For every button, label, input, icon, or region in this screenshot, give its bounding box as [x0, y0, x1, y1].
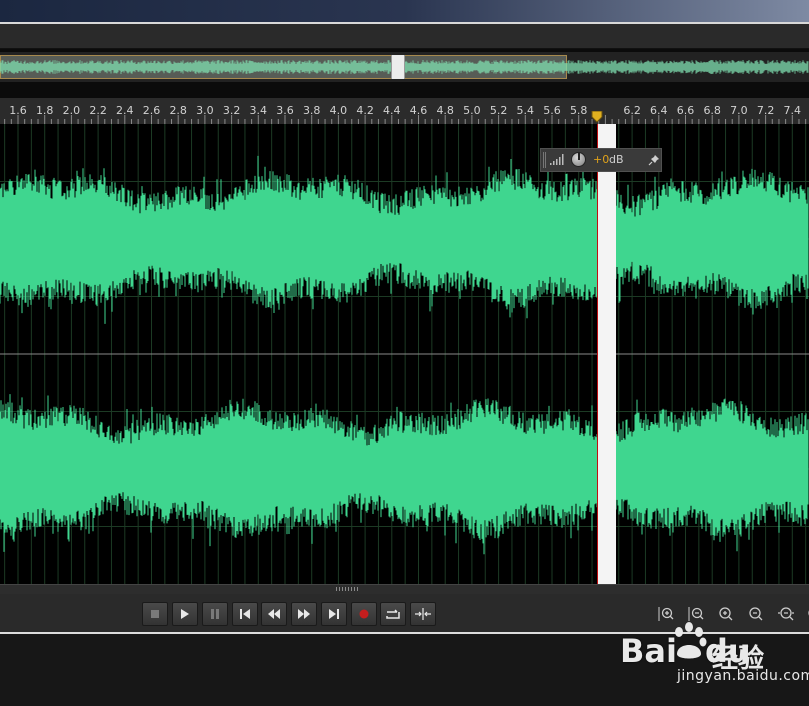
- volume-unit: dB: [609, 153, 624, 166]
- ruler-label: 3.6: [276, 104, 294, 117]
- record-icon: [359, 609, 369, 619]
- ruler-label: 5.8: [569, 104, 588, 117]
- zoom-out-time-button[interactable]: [744, 603, 768, 625]
- divider-grip-icon[interactable]: [336, 587, 360, 591]
- ruler-label: 7.2: [756, 104, 775, 117]
- ruler-label: 7.4: [783, 104, 802, 117]
- zoom-in-time-icon: [719, 607, 733, 621]
- ruler-label: 6.4: [650, 104, 668, 117]
- ruler-label: 3.0: [196, 104, 214, 117]
- loop-icon: [386, 609, 400, 619]
- ruler-label: 3.8: [302, 104, 321, 117]
- playhead-line[interactable]: [597, 124, 599, 584]
- move-to-next-button[interactable]: [321, 602, 347, 626]
- playhead-marker-icon[interactable]: [591, 111, 603, 123]
- pause-button[interactable]: [202, 602, 228, 626]
- play-icon: [181, 609, 189, 619]
- level-meter-icon: [550, 154, 564, 165]
- ruler-label: 1.6: [9, 104, 27, 117]
- watermark-url: jingyan.baidu.com: [677, 668, 809, 684]
- ruler-label: 4.0: [329, 104, 348, 117]
- pause-icon: [211, 609, 219, 619]
- ruler-label: 4.4: [383, 104, 401, 117]
- skip-forward-icon: [329, 609, 339, 619]
- zoom-out-full-button[interactable]: [774, 603, 798, 625]
- skip-selection-icon: [415, 608, 431, 620]
- ruler-label: 2.6: [142, 104, 161, 117]
- ruler-label: 4.2: [356, 104, 374, 117]
- move-to-previous-button[interactable]: [232, 602, 258, 626]
- editor-panel-header: [0, 24, 809, 49]
- ruler-label: 2.4: [116, 104, 134, 117]
- pin-icon[interactable]: [648, 154, 660, 166]
- rewind-icon: [268, 609, 280, 619]
- ruler-label: 1.8: [35, 104, 54, 117]
- ruler-label: 3.4: [249, 104, 268, 117]
- ruler-label: 6.6: [676, 104, 695, 117]
- ruler-label: 2.8: [169, 104, 187, 117]
- ruler-label: 4.6: [409, 104, 428, 117]
- ruler-label: 5.0: [463, 104, 481, 117]
- time-selection[interactable]: [597, 124, 617, 584]
- zoom-in-selection-icon: [807, 609, 809, 617]
- ruler-label: 3.2: [222, 104, 241, 117]
- loop-button[interactable]: [380, 602, 406, 626]
- play-button[interactable]: [172, 602, 198, 626]
- waveform-display[interactable]: [0, 124, 809, 584]
- ruler-label: 2.2: [89, 104, 107, 117]
- ruler-label: 5.6: [543, 104, 561, 117]
- zoom-in-time-button[interactable]: [714, 603, 738, 625]
- fast-forward-icon: [298, 609, 310, 619]
- zoom-in-at-selection-button[interactable]: [798, 603, 809, 625]
- fast-forward-button[interactable]: [291, 602, 317, 626]
- skip-selection-button[interactable]: [410, 602, 436, 626]
- ruler-label: 5.4: [516, 104, 535, 117]
- window-title-bar: [0, 0, 809, 22]
- stop-button[interactable]: [142, 602, 168, 626]
- hud-drag-grip-icon[interactable]: [543, 152, 546, 168]
- ruler-label: 7.0: [730, 104, 748, 117]
- ruler-label: 4.8: [436, 104, 454, 117]
- stop-icon: [151, 610, 159, 618]
- ruler-label: 2.0: [62, 104, 81, 117]
- ruler-label: 5.2: [489, 104, 508, 117]
- overview-selection-marker[interactable]: [391, 55, 405, 79]
- right-channel-waveform: [0, 394, 809, 555]
- ruler-label: 6.2: [623, 104, 641, 117]
- volume-value[interactable]: +0: [593, 153, 609, 166]
- volume-knob-indicator: [578, 153, 580, 160]
- baidu-paw-icon: [675, 622, 707, 659]
- zoom-out-full-icon: [778, 607, 794, 621]
- rewind-button[interactable]: [261, 602, 287, 626]
- ruler-label: 6.8: [703, 104, 721, 117]
- skip-back-icon: [240, 609, 250, 619]
- zoom-out-time-icon: [749, 607, 763, 621]
- record-button[interactable]: [351, 602, 377, 626]
